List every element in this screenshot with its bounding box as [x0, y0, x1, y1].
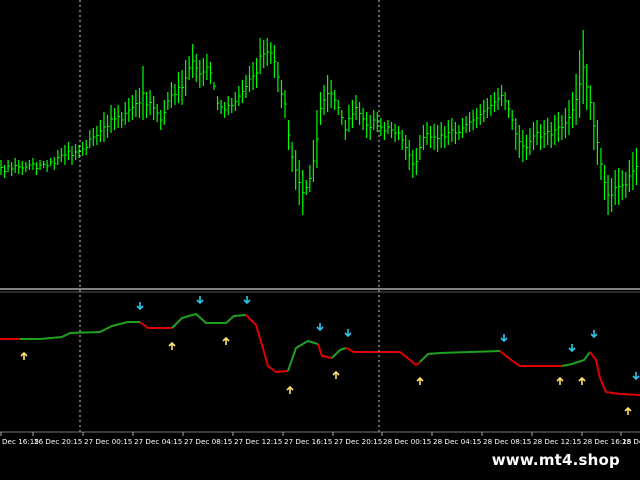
watermark: www.mt4.shop [477, 446, 634, 474]
time-label: 27 Dec 08:15 [184, 437, 232, 446]
chart-canvas[interactable]: Dec 16:1526 Dec 20:15 27 Dec 00:15 27 Dec … [0, 0, 640, 480]
time-label: 28 Dec [622, 437, 640, 446]
time-label: 27 Dec 12:15 [234, 437, 282, 446]
time-label: 27 Dec 00:15 [84, 437, 132, 446]
time-label: 27 Dec 16:15 [284, 437, 332, 446]
chart-background [0, 0, 640, 480]
time-label: 28 Dec 12:15 [533, 437, 581, 446]
time-label: 26 Dec 20:15 [34, 437, 82, 446]
time-label: 28 Dec 00:15 [383, 437, 431, 446]
time-label: 27 Dec 04:15 [134, 437, 182, 446]
time-label: 27 Dec 20:15 [334, 437, 382, 446]
time-label: 28 Dec 04:15 [433, 437, 481, 446]
time-label: 28 Dec 08:15 [483, 437, 531, 446]
